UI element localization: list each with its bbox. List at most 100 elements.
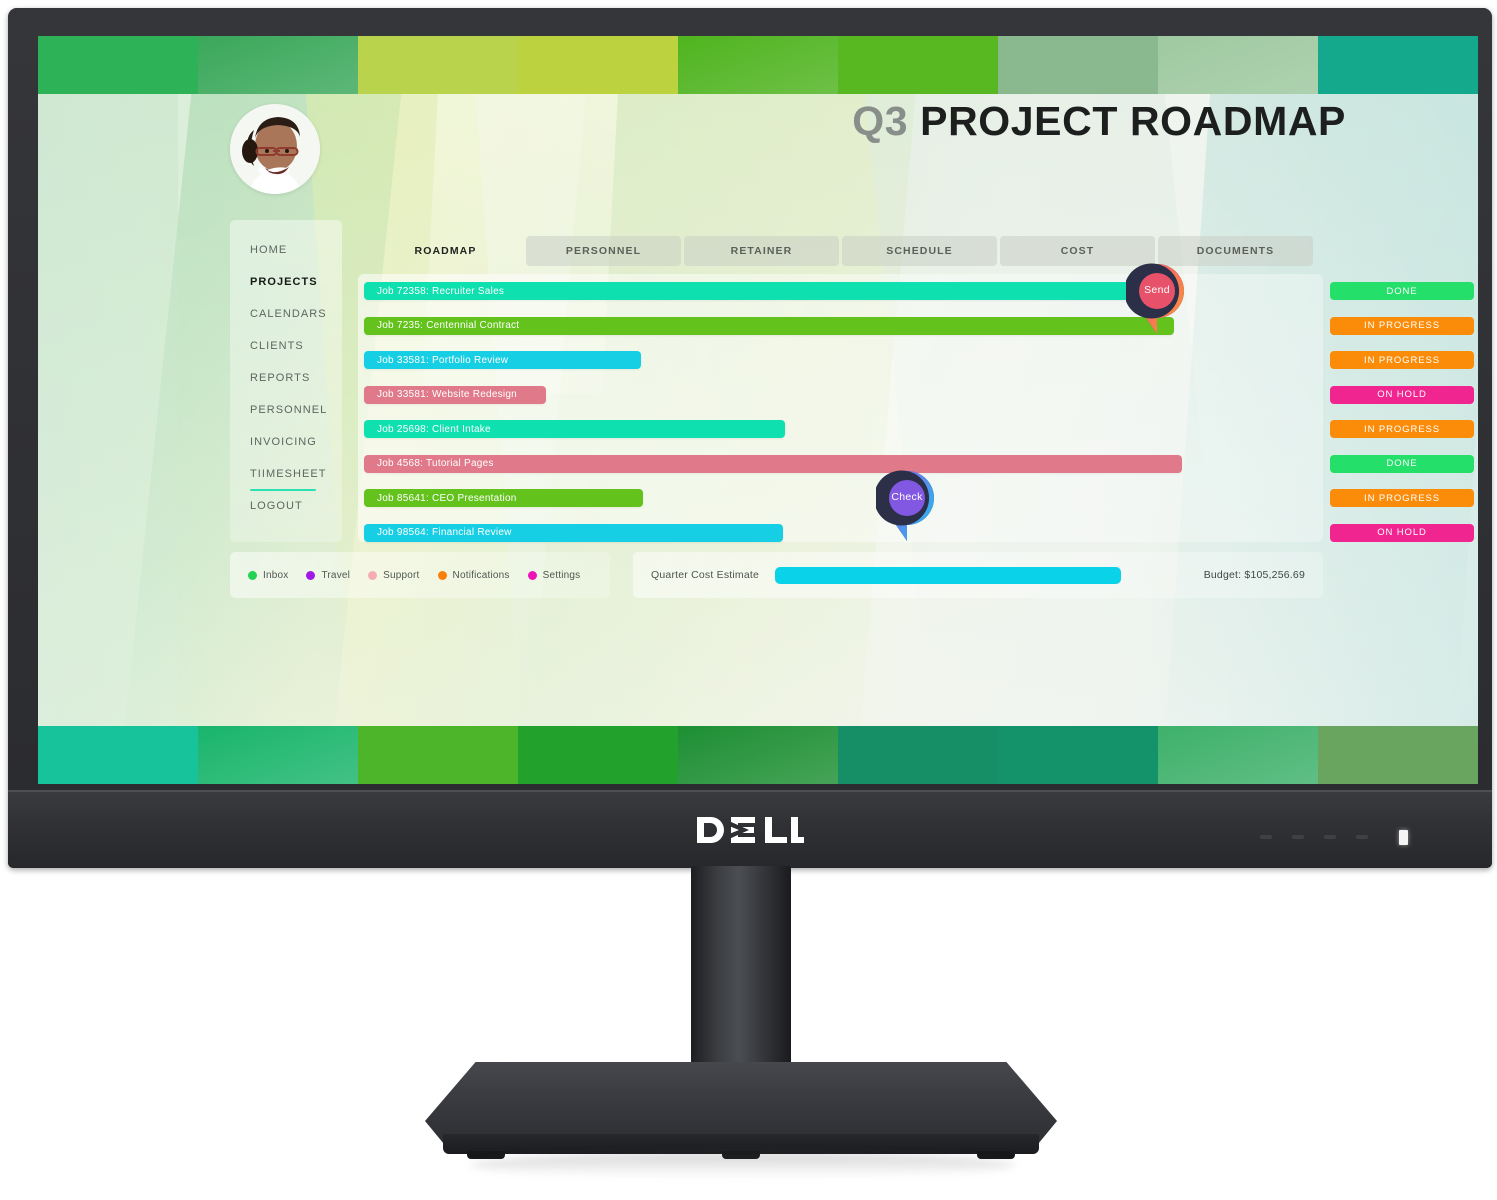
status-badge[interactable]: IN PROGRESS [1330, 351, 1474, 369]
monitor-neck [691, 866, 791, 1078]
base-surface [425, 1062, 1057, 1144]
band-segment [198, 726, 358, 784]
chin-vent [1260, 835, 1272, 839]
budget-value: Budget: $105,256.69 [1203, 569, 1305, 581]
base-foot [467, 1151, 505, 1159]
gantt-chart: Job 72358: Recruiter Sales DONE Job 7235: … [364, 263, 1478, 543]
sidebar-item-label: HOME [250, 244, 288, 256]
status-badge[interactable]: ON HOLD [1330, 523, 1474, 542]
monitor-bezel: Q3 PROJECT ROADMAP ROADMAP PERSONNEL RET… [8, 8, 1492, 868]
band-segment [1158, 726, 1318, 784]
legend-item-settings[interactable]: Settings [527, 569, 581, 581]
gantt-bar[interactable]: Job 33581: Website Redesign [364, 385, 546, 404]
legend-item-inbox[interactable]: Inbox [248, 570, 288, 581]
tab-retainer[interactable]: RETAINER [684, 236, 839, 266]
legend-dot-icon [437, 570, 447, 580]
cost-estimate-label: Quarter Cost Estimate [651, 569, 760, 581]
sidebar-item-label: REPORTS [250, 372, 311, 384]
cost-estimate-bar[interactable] [775, 566, 1122, 584]
legend-label: Travel [321, 569, 351, 581]
map-pin-send[interactable]: Send [1123, 262, 1188, 336]
dell-monitor: Q3 PROJECT ROADMAP ROADMAP PERSONNEL RET… [8, 8, 1492, 868]
sidebar-item-clients[interactable]: CLIENTS [230, 330, 342, 362]
legend-item-notifications[interactable]: Notifications [437, 569, 510, 581]
legend-dot-icon [368, 570, 378, 580]
sidebar-item-label: TIIMESHEET [250, 468, 327, 480]
sidebar-item-invoicing[interactable]: INVOICING [230, 426, 342, 458]
legend-panel: Inbox Travel Support Notifications Settings [230, 552, 610, 598]
legend-item-support[interactable]: Support [368, 570, 419, 581]
band-segment [518, 36, 678, 94]
tab-personnel[interactable]: PERSONNEL [526, 236, 681, 266]
power-led-indicator[interactable] [1399, 830, 1408, 845]
band-segment [358, 36, 518, 94]
status-badge[interactable]: IN PROGRESS [1330, 489, 1474, 507]
avatar[interactable] [230, 104, 320, 194]
chin-vent [1356, 835, 1368, 839]
sidebar-item-label: LOGOUT [250, 500, 303, 512]
cost-panel: Quarter Cost Estimate Budget: $105,256.6… [633, 552, 1323, 598]
background-shard [38, 94, 178, 726]
sidebar-item-projects[interactable]: PROJECTS [230, 266, 342, 298]
gantt-bar[interactable]: Job 4568: Tutorial Pages [364, 454, 1182, 473]
sidebar-item-personnel[interactable]: PERSONNEL [230, 394, 342, 426]
monitor-base [425, 1062, 1057, 1159]
bottom-color-band [38, 726, 1478, 784]
base-reflection [470, 1152, 1015, 1178]
legend-dot-icon [306, 570, 316, 580]
gantt-bar[interactable]: Job 33581: Portfolio Review [364, 351, 641, 369]
table-row: Job 33581: Portfolio Review IN PROGRESS [364, 351, 1478, 369]
legend-dot-icon [248, 570, 257, 580]
map-pin-check[interactable]: Check [873, 469, 938, 543]
legend-label: Settings [542, 569, 581, 581]
top-color-band [38, 36, 1478, 94]
tab-schedule[interactable]: SCHEDULE [842, 236, 997, 266]
band-segment [38, 36, 198, 94]
band-segment [838, 36, 998, 94]
app-content: ROADMAP PERSONNEL RETAINER SCHEDULE COST DOCU… [198, 94, 1474, 726]
legend-item-travel[interactable]: Travel [306, 570, 350, 581]
band-segment [678, 726, 838, 784]
chin-vent [1324, 835, 1336, 839]
band-segment [998, 36, 1158, 94]
band-segment [358, 726, 518, 784]
gantt-bar[interactable]: Job 72358: Recruiter Sales [364, 282, 1174, 300]
sidebar-item-reports[interactable]: REPORTS [230, 362, 342, 394]
sidebar-nav: HOME PROJECTS CALENDARS CLIENTS REPORTS PERSO… [230, 220, 342, 542]
chin-highlight [8, 790, 1492, 792]
table-row: Job 25698: Client Intake IN PROGRESS [364, 420, 1478, 438]
monitor-screen: Q3 PROJECT ROADMAP ROADMAP PERSONNEL RET… [38, 36, 1478, 784]
sidebar-item-tiimesheet[interactable]: TIIMESHEET [230, 458, 342, 491]
band-segment [998, 726, 1158, 784]
gantt-bar[interactable]: Job 85641: CEO Presentation [364, 489, 643, 507]
band-segment [1158, 36, 1318, 94]
status-badge[interactable]: ON HOLD [1330, 385, 1474, 404]
chin-vent [1292, 835, 1304, 839]
status-badge[interactable]: IN PROGRESS [1330, 420, 1474, 438]
legend-label: Notifications [452, 569, 510, 581]
sidebar-item-label: CLIENTS [250, 340, 304, 352]
status-badge[interactable]: IN PROGRESS [1330, 316, 1474, 335]
base-foot [977, 1151, 1015, 1159]
legend-dot-icon [527, 570, 537, 580]
tab-roadmap[interactable]: ROADMAP [368, 236, 523, 266]
sidebar-item-home[interactable]: HOME [230, 234, 342, 266]
status-badge[interactable]: DONE [1330, 282, 1474, 300]
band-segment [838, 726, 998, 784]
status-badge[interactable]: DONE [1330, 454, 1474, 473]
monitor-chin [8, 790, 1492, 868]
band-segment [198, 36, 358, 94]
sidebar-item-label: PROJECTS [250, 276, 318, 288]
gantt-bar[interactable]: Job 98564: Financial Review [364, 523, 783, 542]
dell-logo-icon [695, 813, 805, 847]
gantt-bar[interactable]: Job 25698: Client Intake [364, 420, 785, 438]
band-segment [1318, 36, 1478, 94]
sidebar-item-logout[interactable]: LOGOUT [230, 490, 342, 522]
band-segment [518, 726, 678, 784]
sidebar-item-label: INVOICING [250, 436, 317, 448]
legend-label: Support [383, 569, 420, 581]
legend-label: Inbox [263, 569, 289, 581]
gantt-bar[interactable]: Job 7235: Centennial Contract [364, 316, 1174, 335]
sidebar-item-label: CALENDARS [250, 308, 327, 320]
sidebar-item-calendars[interactable]: CALENDARS [230, 298, 342, 330]
